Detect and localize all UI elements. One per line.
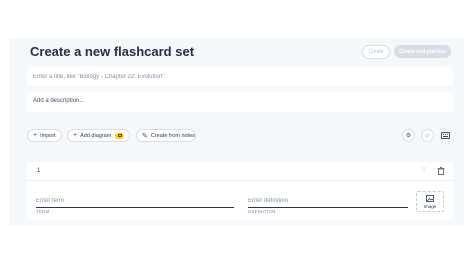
settings-button[interactable]: ⚙ [402, 129, 415, 142]
definition-label: DEFINITION [248, 209, 276, 214]
plus-icon: + [33, 132, 38, 139]
drag-handle-icon[interactable]: ≡ [422, 167, 426, 173]
title-field [27, 67, 453, 86]
card-number: 1 [37, 168, 41, 174]
description-field[interactable]: Add a description... [27, 92, 453, 112]
add-diagram-button[interactable]: + Add diagram [67, 129, 130, 142]
create-button[interactable]: Create [362, 45, 390, 59]
create-and-practice-button[interactable]: Create and practice [394, 45, 451, 58]
notes-icon: ✎ [142, 132, 148, 140]
image-label: Image [423, 203, 437, 209]
swap-icon: ⇄ [424, 133, 431, 139]
term-input[interactable] [36, 196, 234, 206]
term-underline [36, 207, 234, 208]
create-from-notes-button[interactable]: ✎ Create from notes [136, 129, 196, 142]
definition-underline [248, 207, 408, 208]
trash-icon[interactable] [437, 167, 445, 175]
plus-icon: + [73, 132, 78, 139]
create-from-notes-label: Create from notes [150, 132, 195, 139]
description-placeholder: Add a description... [33, 98, 85, 104]
title-input[interactable] [31, 70, 445, 83]
add-image-button[interactable]: Image [416, 191, 444, 212]
swap-button[interactable]: ⇄ [421, 129, 434, 142]
keyboard-icon[interactable] [441, 132, 450, 139]
definition-input[interactable] [248, 196, 408, 206]
settings-icon: ⚙ [405, 133, 412, 139]
import-button[interactable]: + Import [27, 129, 62, 142]
add-diagram-label: Add diagram [80, 132, 112, 139]
page-title: Create a new flashcard set [30, 44, 195, 59]
flashcard-row: 1 ≡ TERM DEFINITION Image [27, 162, 453, 220]
import-label: Import [40, 132, 56, 139]
card-header: 1 ≡ [27, 162, 453, 181]
term-label: TERM [36, 209, 50, 214]
image-icon [426, 194, 434, 202]
lock-badge-icon [115, 132, 124, 139]
